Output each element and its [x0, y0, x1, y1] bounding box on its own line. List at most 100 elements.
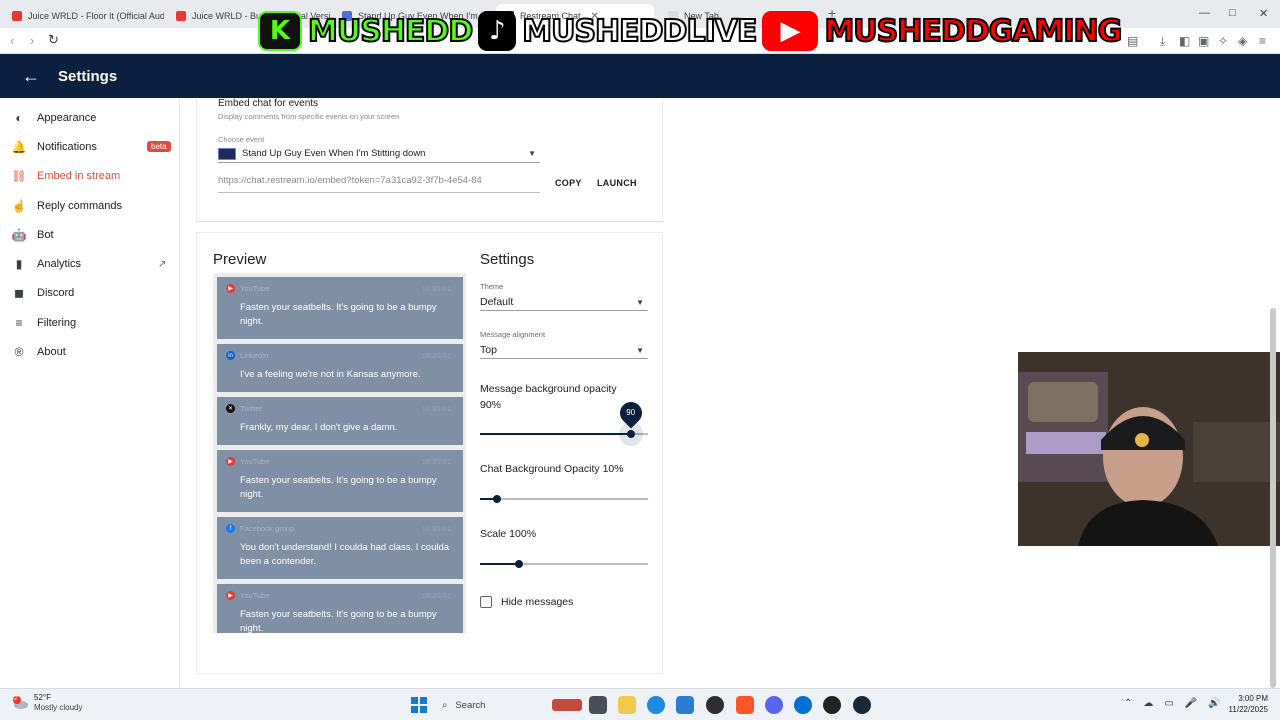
tiktok-logo-icon: ♪	[478, 11, 517, 51]
theme-select[interactable]: Default ▼	[480, 294, 648, 311]
message-platform: ▶ YouTube	[226, 457, 269, 466]
chat-opacity-label: Chat Background Opacity 10%	[480, 463, 624, 475]
beta-badge: beta	[147, 141, 171, 153]
maximize-icon[interactable]: □	[1229, 7, 1236, 19]
brave-browser-icon[interactable]	[736, 696, 754, 714]
kick-logo-icon: K	[258, 11, 302, 51]
message-time: 16:20:01	[421, 284, 451, 293]
tiktok-handle: MUSHEDDLIVE	[521, 13, 758, 50]
tray-volume-icon[interactable]: 🔊	[1208, 698, 1220, 709]
taskbar-search[interactable]: ⌕ Search	[434, 694, 582, 716]
tray-mic-icon[interactable]: 🎤	[1185, 698, 1197, 709]
photos-app-icon[interactable]	[676, 696, 694, 714]
download-icon[interactable]: ⤓	[1160, 34, 1165, 49]
sidebar-item-notifications[interactable]: 🔔 Notifications beta	[0, 132, 179, 161]
sidebar-item-about[interactable]: ® About	[0, 337, 179, 366]
youtube-icon: ▶	[226, 284, 235, 293]
sidebar-item-analytics[interactable]: ▮ Analytics ↗	[0, 249, 179, 278]
sidebar-item-bot[interactable]: 🤖 Bot	[0, 220, 179, 249]
chat-opacity-slider[interactable]	[480, 495, 648, 503]
settings-title: Settings	[480, 251, 535, 268]
sidebar-item-discord[interactable]: ◼ Discord	[0, 279, 179, 308]
chat-message: ✕ Twitter 16:20:01 Frankly, my dear, I don'…	[217, 397, 463, 445]
message-text: Fasten your seatbelts. It's going to be …	[240, 609, 437, 633]
touch-icon: ☝	[11, 198, 27, 213]
battle-net-icon[interactable]	[823, 696, 841, 714]
copy-button[interactable]: COPY	[555, 178, 582, 188]
scale-slider[interactable]	[480, 560, 648, 568]
external-link-icon[interactable]: ↗	[158, 259, 166, 270]
edge-browser-icon[interactable]	[647, 696, 665, 714]
dropdown-caret-icon: ▼	[528, 149, 536, 158]
message-platform-name: LinkedIn	[240, 351, 269, 360]
sidebar-item-label: Reply commands	[37, 199, 122, 212]
sidebar-item-embed-in-stream[interactable]: ⛓ Embed in stream	[0, 162, 179, 191]
wallet-icon[interactable]: ▣	[1198, 34, 1209, 48]
back-arrow-icon[interactable]: ←	[22, 66, 40, 87]
start-menu-icon[interactable]	[411, 697, 427, 713]
message-text: Fasten your seatbelts. It's going to be …	[240, 302, 437, 327]
alignment-select[interactable]: Top ▼	[480, 342, 648, 359]
sidebar-item-filtering[interactable]: ≡ Filtering	[0, 308, 179, 337]
hide-messages-toggle[interactable]: Hide messages	[480, 596, 573, 608]
embed-chat-card: Embed chat for events Display comments f…	[196, 98, 663, 222]
dropdown-caret-icon: ▼	[636, 298, 644, 307]
hide-messages-checkbox[interactable]	[480, 596, 492, 608]
close-window-icon[interactable]: ✕	[1259, 7, 1268, 20]
sidebar-item-label: Notifications	[37, 140, 97, 153]
task-view-icon[interactable]	[589, 696, 607, 714]
page-title: Settings	[58, 67, 118, 85]
alignment-label: Message alignment	[480, 330, 546, 339]
tray-network-icon[interactable]: ▭	[1164, 698, 1173, 709]
message-time: 16:20:01	[421, 404, 451, 413]
embed-url-field[interactable]: https://chat.restream.io/embed?token=7a3…	[218, 175, 540, 193]
sidebar-item-label: Embed in stream	[37, 170, 121, 183]
steam-icon[interactable]	[853, 696, 871, 714]
obs-studio-icon[interactable]	[706, 696, 724, 714]
ai-assistant-icon[interactable]: ✧	[1218, 34, 1228, 48]
discord-app-icon[interactable]	[765, 696, 783, 714]
clock-time: 3:00 PM	[1238, 694, 1268, 703]
filter-icon: ≡	[15, 315, 23, 330]
launch-button[interactable]: LAUNCH	[597, 178, 637, 188]
choose-event-label: Choose event	[218, 135, 265, 144]
weather-widget[interactable]: 2 52°F Mostly cloudy	[12, 693, 82, 713]
message-text: Frankly, my dear, I don't give a damn.	[240, 422, 398, 433]
alignment-select-value: Top	[480, 344, 497, 356]
message-platform: ▶ YouTube	[226, 591, 269, 600]
page-scrollbar[interactable]	[1270, 308, 1276, 688]
sidebar-item-reply-commands[interactable]: ☝ Reply commands	[0, 191, 179, 220]
reload-icon[interactable]: ↻	[48, 32, 59, 48]
contrast-icon: ◐	[15, 110, 23, 125]
weather-temperature: 52°F	[34, 693, 51, 702]
vpn-shield-icon[interactable]: ◈	[1238, 34, 1247, 48]
back-nav-icon[interactable]: ‹	[10, 33, 14, 48]
event-select-value: Stand Up Guy Even When I'm Stitting down	[242, 148, 426, 159]
file-explorer-icon[interactable]	[618, 696, 636, 714]
tray-chevron-icon[interactable]: ⌃	[1124, 698, 1132, 709]
browser-tab[interactable]: Juice WRLD - Floor It (Official Audio)	[4, 4, 164, 28]
tray-onedrive-icon[interactable]: ☁	[1143, 698, 1153, 709]
message-platform-name: YouTube	[240, 457, 270, 466]
sidebar-item-appearance[interactable]: ◐ Appearance	[0, 103, 179, 132]
youtube-logo-icon: ▶	[762, 11, 819, 51]
slider-thumb[interactable]	[514, 560, 523, 568]
message-time: 16:20:01	[421, 457, 451, 466]
playstation-app-icon[interactable]	[794, 696, 812, 714]
message-time: 16:20:01	[421, 351, 451, 360]
reader-mode-icon[interactable]: ▤	[1127, 34, 1138, 48]
kick-handle: MUSHEDD	[307, 13, 474, 50]
sidebar-item-label: Appearance	[37, 111, 97, 124]
forward-nav-icon[interactable]: ›	[30, 33, 34, 48]
linkedin-icon: in	[226, 351, 235, 360]
tab-title: Juice WRLD - Floor It (Official Audio)	[28, 11, 164, 21]
sidebar-toggle-icon[interactable]: ◧	[1179, 34, 1190, 48]
message-opacity-slider[interactable]: 90	[480, 397, 648, 446]
minimize-icon[interactable]: —	[1199, 7, 1210, 19]
slider-thumb[interactable]	[492, 495, 501, 503]
slider-fill	[480, 433, 632, 435]
taskbar-clock[interactable]: 3:00 PM 11/22/2025	[1222, 693, 1268, 715]
bell-icon: 🔔	[11, 139, 27, 154]
menu-icon[interactable]: ≡	[1259, 34, 1266, 48]
event-select[interactable]: Stand Up Guy Even When I'm Stitting down…	[218, 145, 540, 163]
